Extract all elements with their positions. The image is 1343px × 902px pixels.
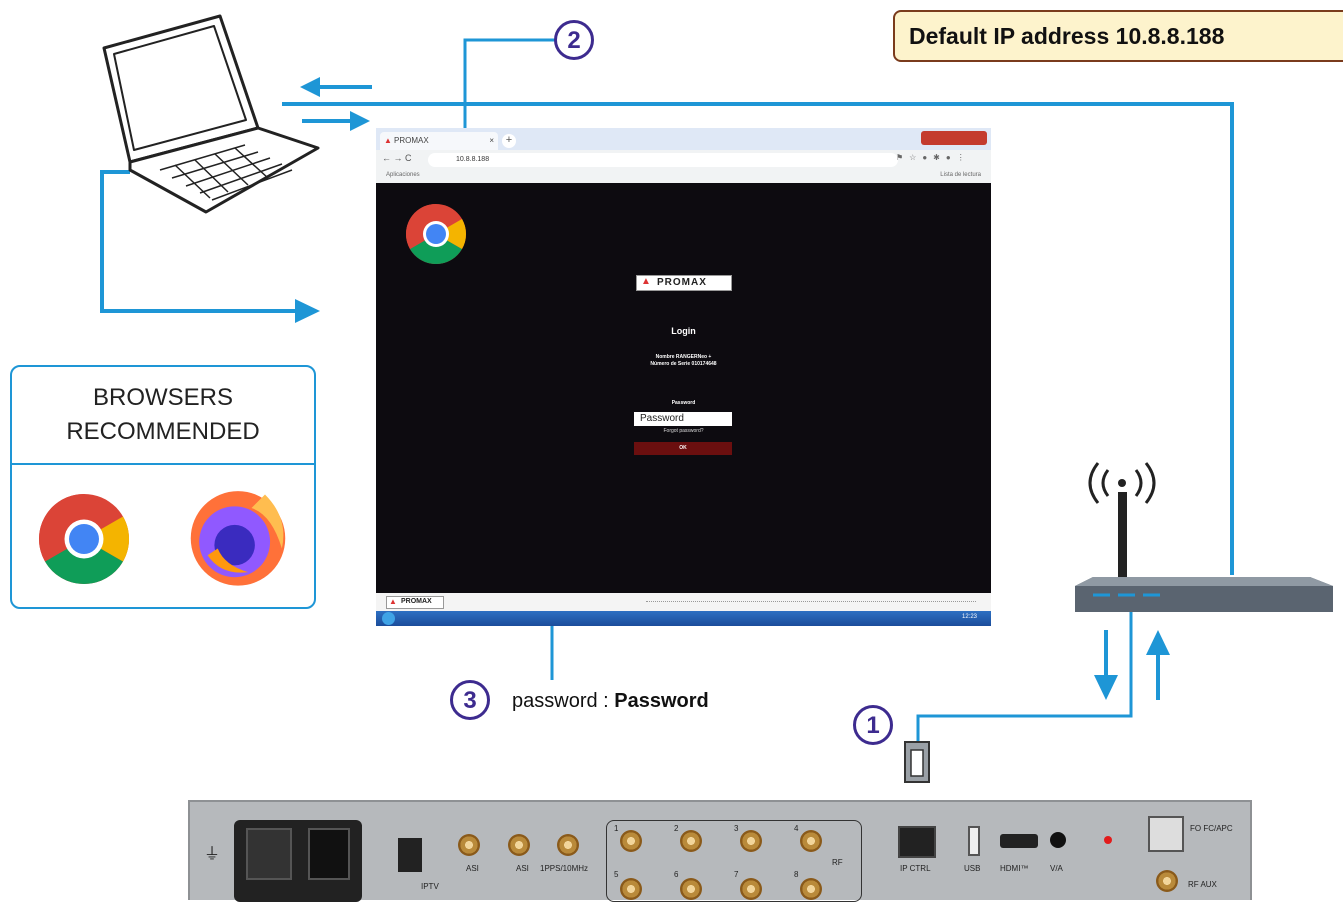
browsers-line2: RECOMMENDED — [66, 418, 260, 445]
port-num-2: 2 — [674, 824, 679, 833]
rf-port-5 — [620, 878, 642, 900]
arrow-left — [300, 77, 320, 97]
ethernet-connector-icon — [904, 741, 930, 783]
hdmi-label: HDMI™ — [1000, 864, 1029, 873]
pps-label: 1PPS/10MHz — [540, 864, 589, 873]
usb-port — [968, 826, 980, 856]
step-1-badge: 1 — [853, 705, 893, 745]
forward-icon[interactable]: → — [394, 153, 403, 163]
apps-link[interactable]: Aplicaciones — [386, 172, 420, 178]
rf-aux-label: RF AUX — [1188, 880, 1217, 889]
va-label: V/A — [1050, 864, 1063, 873]
taskbar: 12:23 — [376, 611, 991, 626]
promax-logo: ▲ PROMAX — [636, 275, 732, 291]
usb-label: USB — [964, 864, 981, 873]
footer-contact-line — [646, 601, 976, 603]
step-3-badge: 3 — [450, 680, 490, 720]
footer-logo-mark: ▲ — [389, 597, 397, 606]
forgot-password-link[interactable]: Forgot password? — [376, 428, 991, 434]
device-name: Nombre RANGERNeo + — [655, 354, 712, 360]
port-num-5: 5 — [614, 870, 619, 879]
power-switch[interactable] — [308, 828, 350, 880]
browsers-line1: BROWSERS — [92, 384, 233, 411]
fo-connector — [1148, 816, 1184, 852]
device-serial: Número de Serie 010174648 — [650, 361, 717, 367]
back-icon[interactable]: ← — [382, 153, 391, 163]
fo-label: FO FC/APC — [1190, 824, 1233, 833]
step-2-badge: 2 — [554, 20, 594, 60]
close-tab-icon[interactable]: × — [489, 132, 494, 150]
rf-port-3 — [740, 830, 762, 852]
rf-port-2 — [680, 830, 702, 852]
arrow-up — [1146, 630, 1170, 655]
browser-window: ▲ PROMAX × + ← → C 10.8.8.188 ⚑☆●✱●⋮ Apl… — [376, 128, 991, 626]
new-tab-icon[interactable]: + — [502, 134, 516, 148]
ip-ctrl-label: IP CTRL — [900, 864, 931, 873]
asi-out-connector — [508, 834, 530, 856]
port-num-1: 1 — [614, 824, 619, 833]
password-note-prefix: password : — [512, 690, 615, 712]
port-num-4: 4 — [794, 824, 799, 833]
promax-tab-icon: ▲ — [384, 136, 392, 145]
bookmarks-bar: Aplicaciones Lista de lectura — [376, 170, 991, 182]
toolbar-icons[interactable]: ⚑☆●✱●⋮ — [896, 153, 986, 167]
password-note-value: Password — [614, 690, 709, 712]
nav-buttons[interactable]: ← → C — [382, 153, 412, 163]
tab-label: PROMAX — [394, 136, 429, 145]
page-footer: ▲ PROMAX — [376, 593, 991, 611]
port-num-6: 6 — [674, 870, 679, 879]
rf-label: RF — [832, 858, 843, 867]
ok-button[interactable]: OK — [634, 442, 732, 455]
password-label: Password — [671, 400, 696, 406]
browsers-recommended-box: BROWSERS RECOMMENDED — [10, 365, 316, 609]
window-controls[interactable] — [921, 131, 987, 145]
default-ip-note: Default IP address 10.8.8.188 — [893, 10, 1343, 62]
va-jack — [1050, 832, 1066, 848]
promax-logo-mark: ▲ — [641, 276, 651, 287]
device-rear-panel: ⏚ IPTV ASI ASI 1PPS/10MHz 1 2 3 4 5 6 7 … — [188, 800, 1252, 902]
rf-aux-connector — [1156, 870, 1178, 892]
iptv-port — [398, 838, 422, 872]
rf-port-1 — [620, 830, 642, 852]
footer-logo-text: PROMAX — [401, 598, 432, 605]
promax-logo-text: PROMAX — [657, 277, 707, 288]
laptop-icon — [102, 14, 320, 214]
footer-promax-logo: ▲ PROMAX — [386, 596, 444, 609]
url-bar[interactable]: 10.8.8.188 — [428, 153, 898, 167]
asi2-label: ASI — [516, 864, 529, 873]
port-num-7: 7 — [734, 870, 739, 879]
rf-port-6 — [680, 878, 702, 900]
arrow-right — [350, 111, 370, 131]
clock: 12:23 — [961, 614, 977, 620]
iptv-label: IPTV — [421, 882, 439, 891]
port-num-8: 8 — [794, 870, 799, 879]
ip-ctrl-port — [898, 826, 936, 858]
reload-icon[interactable]: C — [405, 153, 412, 163]
pps-connector — [557, 834, 579, 856]
start-icon[interactable] — [382, 612, 395, 625]
arrow-to-browser — [295, 299, 320, 323]
browser-tab[interactable]: ▲ PROMAX × — [380, 132, 498, 150]
firefox-icon — [190, 491, 286, 586]
rf-port-8 — [800, 878, 822, 900]
browsers-recommended-title: BROWSERS RECOMMENDED — [12, 367, 314, 465]
power-inlet — [246, 828, 292, 880]
asi1-label: ASI — [466, 864, 479, 873]
reading-list-link[interactable]: Lista de lectura — [940, 172, 981, 178]
port-num-3: 3 — [734, 824, 739, 833]
status-led — [1104, 836, 1112, 844]
login-title: Login — [671, 326, 696, 336]
router-icon — [1075, 462, 1333, 612]
chrome-icon — [405, 204, 467, 265]
chrome-icon — [38, 494, 130, 585]
password-note: password : Password — [512, 690, 709, 713]
rf-port-7 — [740, 878, 762, 900]
password-input[interactable]: Password — [634, 412, 732, 426]
ground-icon: ⏚ — [204, 846, 221, 863]
rf-port-4 — [800, 830, 822, 852]
hdmi-port — [1000, 834, 1038, 848]
arrow-down — [1094, 675, 1118, 700]
asi-in-connector — [458, 834, 480, 856]
